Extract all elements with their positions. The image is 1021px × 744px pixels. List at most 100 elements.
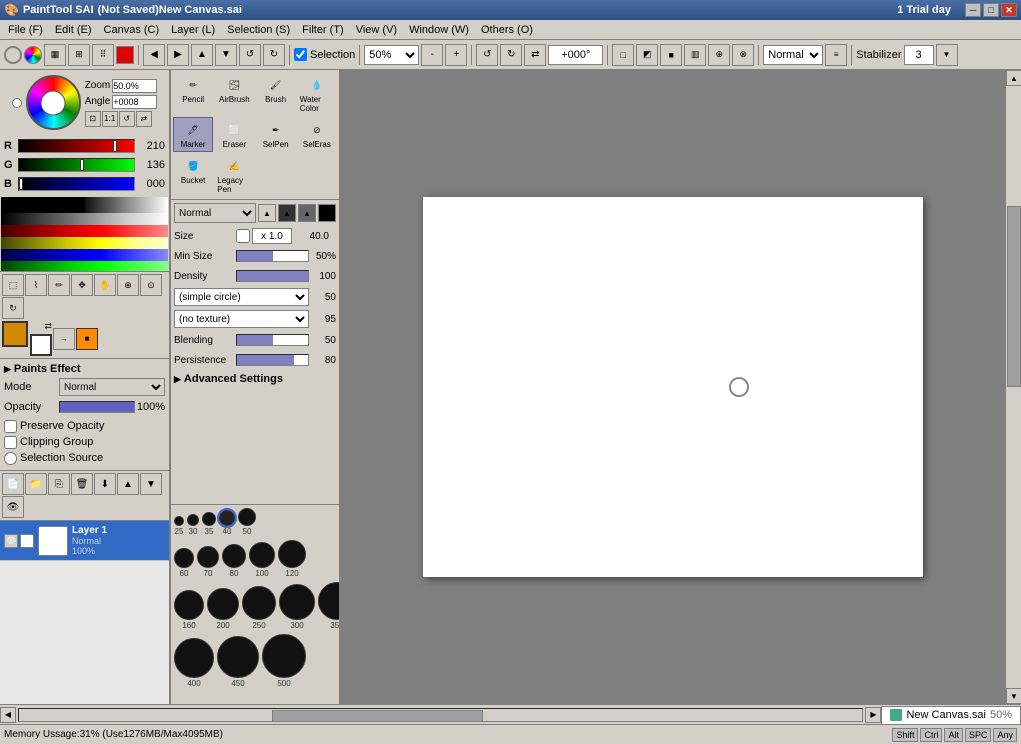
brush-size-40[interactable] bbox=[219, 510, 235, 526]
blend-mode-select[interactable]: Normal Multiply Screen bbox=[763, 45, 823, 65]
scroll-down-btn[interactable]: ▼ bbox=[1006, 688, 1021, 704]
canvas-area[interactable] bbox=[340, 70, 1005, 704]
angle-input[interactable] bbox=[548, 45, 603, 65]
color-wheel-btn[interactable] bbox=[24, 46, 42, 64]
zoom-out-btn[interactable]: - bbox=[421, 44, 443, 66]
brush-type-legacypen[interactable]: ✍ Legacy Pen bbox=[214, 153, 254, 197]
nav-left[interactable]: ◀ bbox=[143, 44, 165, 66]
brush-size-35[interactable] bbox=[202, 512, 216, 526]
brush-size-350[interactable] bbox=[318, 582, 339, 620]
nav-up[interactable]: ▲ bbox=[191, 44, 213, 66]
nav-cw[interactable]: ↻ bbox=[263, 44, 285, 66]
menu-filter[interactable]: Filter (T) bbox=[296, 22, 350, 38]
zoom-fit-btn[interactable]: ⊡ bbox=[85, 111, 101, 127]
canvas-flip-btn[interactable]: ⇄ bbox=[136, 111, 152, 127]
menu-selection[interactable]: Selection (S) bbox=[221, 22, 296, 38]
size-checkbox[interactable] bbox=[236, 229, 250, 243]
advanced-expand-icon[interactable]: ▶ bbox=[174, 374, 181, 385]
layer-down-btn[interactable]: ▼ bbox=[140, 473, 162, 495]
mode-btn6[interactable]: ⊗ bbox=[732, 44, 754, 66]
duplicate-layer-btn[interactable]: ⎘ bbox=[48, 473, 70, 495]
mode-select[interactable]: Normal Multiply Screen bbox=[59, 378, 165, 396]
mode-btn4[interactable]: ▥ bbox=[684, 44, 706, 66]
nav-down[interactable]: ▼ bbox=[215, 44, 237, 66]
brush-size-250[interactable] bbox=[242, 586, 276, 620]
scroll-right-btn[interactable]: ▶ bbox=[865, 707, 881, 723]
color-fill-btn[interactable] bbox=[116, 46, 134, 64]
selection-checkbox[interactable] bbox=[294, 48, 307, 61]
brush-type-watercolor[interactable]: 💧 Water Color bbox=[297, 72, 337, 116]
bg-color-swatch[interactable] bbox=[30, 334, 52, 356]
brush-size-80[interactable] bbox=[222, 544, 246, 568]
brush-mode-select[interactable]: Normal Multiply bbox=[174, 203, 256, 223]
zoom-select[interactable]: 50% 25% 75% 100% bbox=[364, 45, 419, 65]
stabilizer-down[interactable]: ▼ bbox=[936, 44, 958, 66]
layer-lock-icon[interactable]: 🖊 bbox=[20, 534, 34, 548]
minimize-button[interactable]: ─ bbox=[965, 3, 981, 17]
angle-display[interactable] bbox=[112, 95, 157, 109]
swatch-blues[interactable] bbox=[1, 249, 168, 261]
blend-mode-extra[interactable]: ≡ bbox=[825, 44, 847, 66]
mode-tri2[interactable]: ▲ bbox=[278, 204, 296, 222]
nav-right[interactable]: ▶ bbox=[167, 44, 189, 66]
brush-type-bucket[interactable]: 🪣 Bucket bbox=[173, 153, 213, 197]
swatch-greens[interactable] bbox=[1, 261, 168, 271]
tool-select-magic[interactable]: ✏ bbox=[48, 274, 70, 296]
density-slider[interactable] bbox=[236, 270, 309, 282]
mode-btn5[interactable]: ⊕ bbox=[708, 44, 730, 66]
scroll-track-v[interactable] bbox=[1006, 86, 1021, 688]
brush-size-60[interactable] bbox=[174, 548, 194, 568]
texture-select[interactable]: (no texture) canvas paper bbox=[174, 310, 309, 328]
tool-hand[interactable]: ✋ bbox=[94, 274, 116, 296]
swatch-row2[interactable] bbox=[1, 213, 168, 225]
brush-type-seleras[interactable]: ⊘ SelEras bbox=[297, 117, 337, 152]
rot-cw-btn[interactable]: ↻ bbox=[500, 44, 522, 66]
maximize-button[interactable]: □ bbox=[983, 3, 999, 17]
shape-select[interactable]: (simple circle) circle square bbox=[174, 288, 309, 306]
delete-layer-btn[interactable]: 🗑 bbox=[71, 473, 93, 495]
fg-color-swatch[interactable] bbox=[2, 321, 28, 347]
scroll-thumb-h[interactable] bbox=[272, 710, 483, 722]
tool-rotate[interactable]: ↻ bbox=[2, 297, 24, 319]
brush-type-selpen[interactable]: ✒ SelPen bbox=[256, 117, 296, 152]
menu-canvas[interactable]: Canvas (C) bbox=[98, 22, 166, 38]
nav-ccw[interactable]: ↺ bbox=[239, 44, 261, 66]
tool-zoom[interactable]: ⊕ bbox=[117, 274, 139, 296]
brush-type-eraser[interactable]: ⬜ Eraser bbox=[214, 117, 254, 152]
brush-size-50[interactable] bbox=[238, 508, 256, 526]
b-slider[interactable] bbox=[18, 177, 135, 191]
mode-tri3[interactable]: ▲ bbox=[298, 204, 316, 222]
layer-item-1[interactable]: 👁 🖊 Layer 1 Normal 100% bbox=[0, 521, 169, 561]
brush-size-30[interactable] bbox=[187, 514, 199, 526]
brush-type-brush[interactable]: 🖌 Brush bbox=[256, 72, 296, 116]
layer-visibility-btn[interactable]: 👁 bbox=[2, 496, 24, 518]
tool-eyedrop[interactable]: ⊙ bbox=[140, 274, 162, 296]
tool-extra2[interactable]: ■ bbox=[76, 328, 98, 350]
tool-select-lasso[interactable]: ⌇ bbox=[25, 274, 47, 296]
swatch-yellows[interactable] bbox=[1, 237, 168, 249]
scroll-track-h[interactable] bbox=[18, 708, 863, 722]
brush-size-160[interactable] bbox=[174, 590, 204, 620]
new-folder-btn[interactable]: 📁 bbox=[25, 473, 47, 495]
rot-ccw-btn[interactable]: ↺ bbox=[476, 44, 498, 66]
tool-select-rect[interactable]: ⬚ bbox=[2, 274, 24, 296]
mode-btn3[interactable]: ■ bbox=[660, 44, 682, 66]
layer-up-btn[interactable]: ▲ bbox=[117, 473, 139, 495]
grid-btn[interactable]: ▦ bbox=[44, 44, 66, 66]
dots-btn[interactable]: ⠿ bbox=[92, 44, 114, 66]
scroll-left-btn[interactable]: ◀ bbox=[0, 707, 16, 723]
mode-btn2[interactable]: ◩ bbox=[636, 44, 658, 66]
brush-size-450[interactable] bbox=[217, 636, 259, 678]
canvas-rot-btn[interactable]: ↺ bbox=[119, 111, 135, 127]
menu-view[interactable]: View (V) bbox=[350, 22, 403, 38]
tab-canvas[interactable]: New Canvas.sai 50% bbox=[881, 706, 1021, 724]
menu-window[interactable]: Window (W) bbox=[403, 22, 475, 38]
clipping-group-checkbox[interactable] bbox=[4, 436, 17, 449]
stabilizer-input[interactable] bbox=[904, 45, 934, 65]
tool-move[interactable]: ✥ bbox=[71, 274, 93, 296]
drawing-canvas[interactable] bbox=[423, 197, 923, 577]
close-button[interactable]: ✕ bbox=[1001, 3, 1017, 17]
menu-others[interactable]: Others (O) bbox=[475, 22, 539, 38]
menu-edit[interactable]: Edit (E) bbox=[49, 22, 98, 38]
swatch-grays[interactable] bbox=[85, 197, 169, 213]
